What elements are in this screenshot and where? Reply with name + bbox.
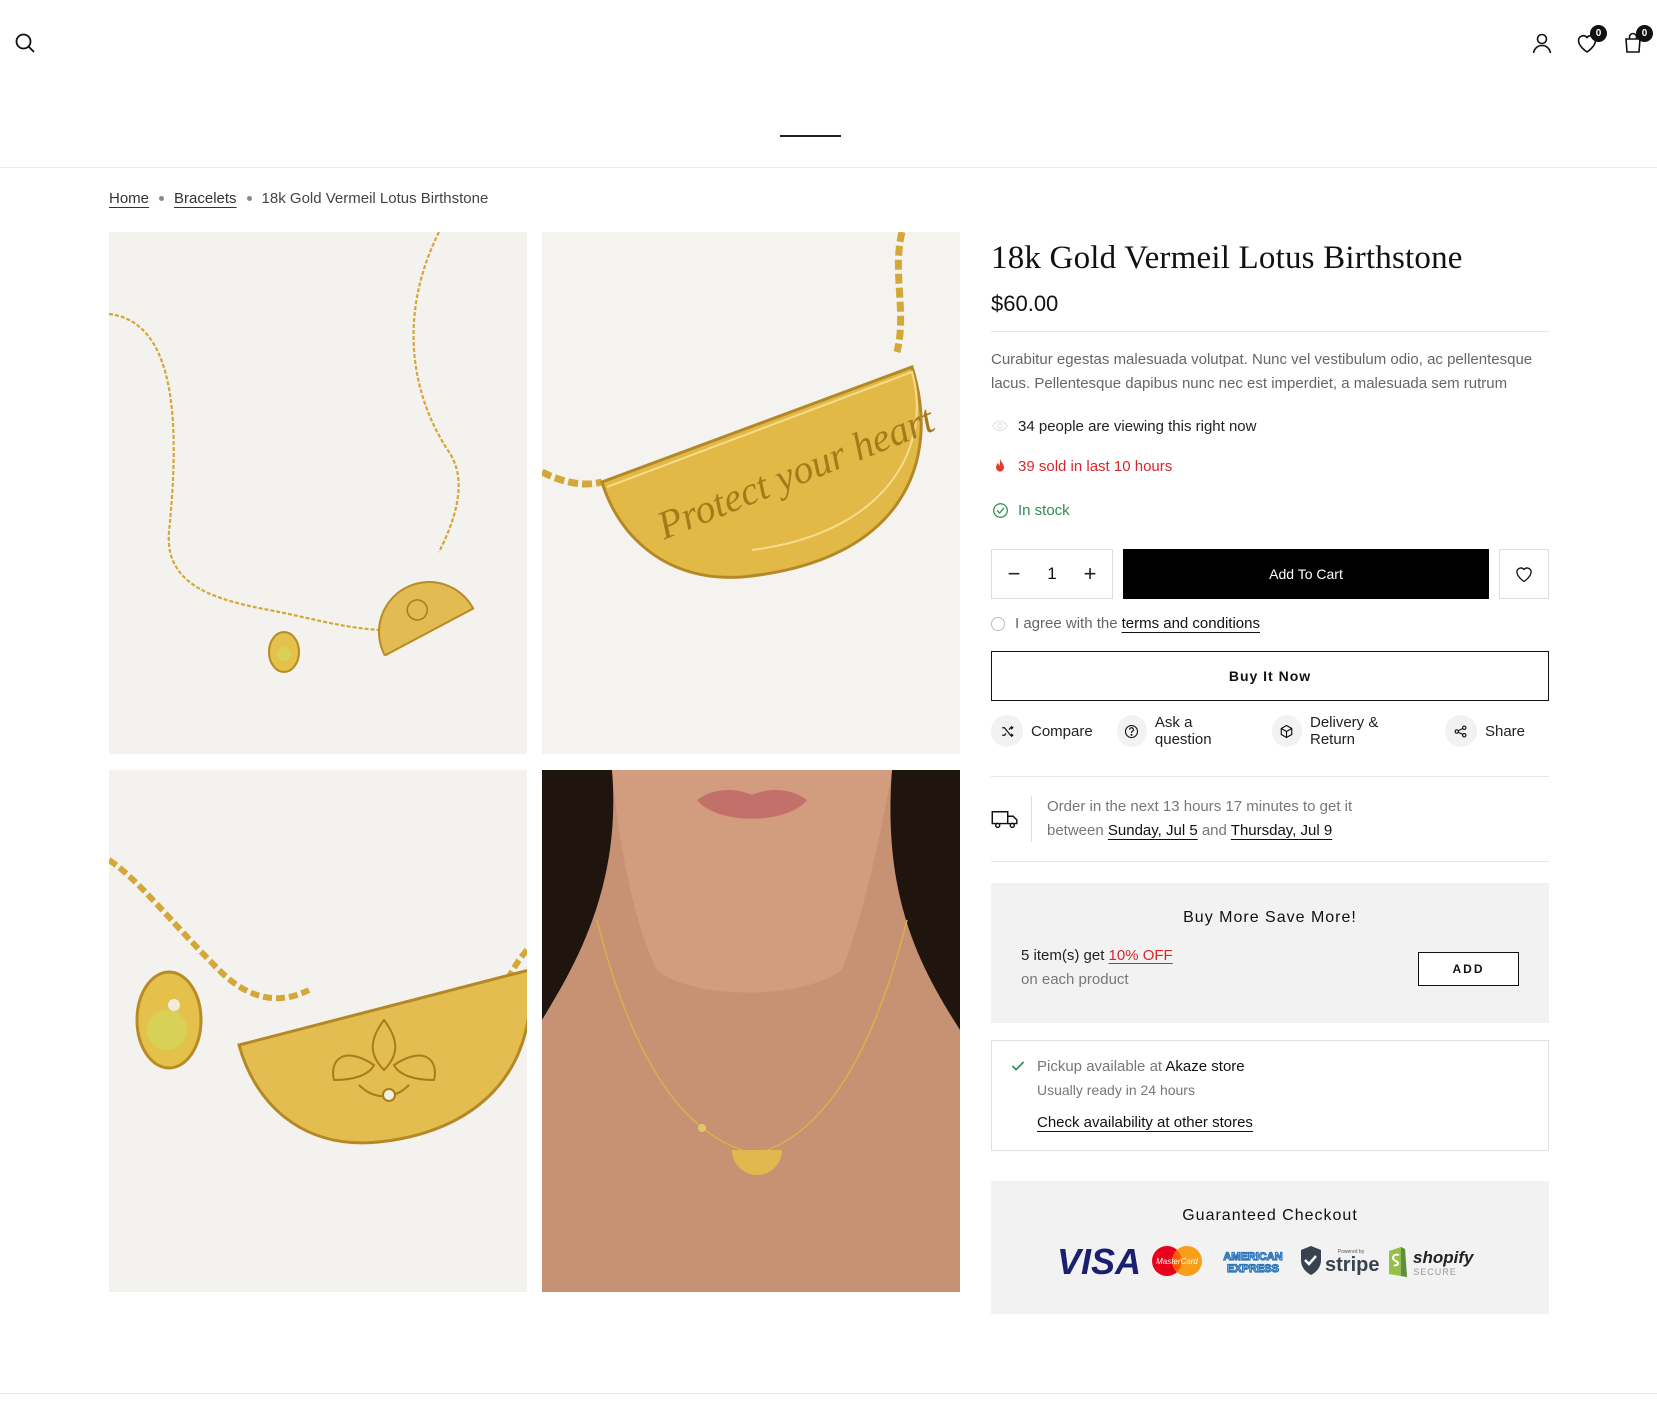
product-description: Curabitur egestas malesuada volutpat. Nu… [991, 351, 1533, 392]
delivery-date-start[interactable]: Sunday, Jul 5 [1108, 822, 1198, 839]
heart-icon [1516, 567, 1532, 583]
visa-logo: VISA [1057, 1241, 1141, 1281]
cart-icon[interactable]: 0 [1619, 25, 1653, 57]
checkmark-icon [1010, 1058, 1026, 1079]
stock-text: In stock [1018, 501, 1070, 519]
guaranteed-checkout: Guaranteed Checkout VISA MasterCard AMER… [991, 1181, 1549, 1314]
delivery-line-1: Order in the next 13 hours 17 minutes to… [1047, 798, 1353, 815]
truck-icon [991, 809, 1031, 829]
pickup-line: Pickup available at Akaze store [1037, 1058, 1245, 1075]
product-image-2[interactable]: Protect your heart [542, 232, 960, 754]
pickup-ready-time: Usually ready in 24 hours [1037, 1082, 1195, 1098]
product-image-1[interactable] [109, 232, 527, 754]
check-other-stores-link[interactable]: Check availability at other stores [1037, 1114, 1253, 1131]
quantity-value[interactable]: 1 [1047, 564, 1056, 584]
check-circle-icon [991, 501, 1009, 519]
increase-quantity-button[interactable]: + [1078, 561, 1102, 586]
decrease-quantity-button[interactable]: − [1002, 561, 1026, 586]
stripe-text: stripe [1325, 1254, 1379, 1276]
breadcrumb: Home Bracelets 18k Gold Vermeil Lotus Bi… [109, 190, 488, 207]
share-button[interactable]: Share [1444, 715, 1525, 747]
delivery-date-end[interactable]: Thursday, Jul 9 [1231, 822, 1332, 839]
stripe-logo: Powered by stripe [1301, 1246, 1379, 1276]
share-label: Share [1484, 722, 1525, 740]
buy-more-save-more: Buy More Save More! 5 item(s) get 10% OF… [991, 883, 1549, 1023]
product-price: $60.00 [991, 291, 1059, 316]
quantity-stepper: − 1 + [991, 549, 1113, 599]
amex-text-2: EXPRESS [1227, 1263, 1279, 1275]
bundle-title: Buy More Save More! [1183, 909, 1357, 926]
checkout-title: Guaranteed Checkout [1182, 1207, 1358, 1224]
ask-question-button[interactable]: Ask a question [1116, 714, 1248, 748]
mastercard-logo: MasterCard [1152, 1246, 1202, 1276]
delivery-text: Order in the next 13 hours 17 minutes to… [1047, 795, 1352, 843]
bundle-offer: 5 item(s) get 10% OFF [1021, 947, 1173, 964]
mastercard-text: MasterCard [1156, 1257, 1198, 1266]
amex-logo: AMERICAN EXPRESS [1223, 1250, 1284, 1275]
wishlist-count-badge: 0 [1590, 25, 1607, 42]
shopify-text: shopify [1413, 1248, 1475, 1267]
breadcrumb-current: 18k Gold Vermeil Lotus Birthstone [261, 190, 489, 207]
breadcrumb-home-link[interactable]: Home [109, 190, 149, 207]
pickup-store: Akaze store [1165, 1058, 1245, 1075]
pickup-availability: Pickup available at Akaze store Usually … [991, 1040, 1549, 1151]
pickup-prefix: Pickup available at [1037, 1058, 1163, 1075]
product-actions: Compare Ask a question Delivery & Return… [991, 713, 1549, 749]
viewing-text: 34 people are viewing this right now [1018, 417, 1257, 435]
terms-checkbox[interactable] [991, 616, 1005, 631]
shuffle-icon [991, 715, 1023, 747]
shopify-secure-text: SECURE [1413, 1267, 1457, 1277]
product-image-4[interactable] [542, 770, 960, 1292]
fire-icon [991, 457, 1009, 475]
box-icon [1271, 715, 1302, 747]
terms-agreement: I agree with the terms and conditions [991, 615, 1260, 632]
payment-logos: VISA MasterCard AMERICAN EXPRESS Powered… [1053, 1241, 1478, 1281]
visa-text: VISA [1057, 1241, 1141, 1281]
viewing-now: 34 people are viewing this right now [991, 417, 1549, 435]
sold-recently: 39 sold in last 10 hours [991, 457, 1549, 475]
stock-status: In stock [991, 501, 1549, 519]
ask-question-label: Ask a question [1154, 714, 1212, 748]
delivery-estimate: Order in the next 13 hours 17 minutes to… [991, 776, 1549, 862]
terms-link[interactable]: terms and conditions [1122, 615, 1260, 632]
breadcrumb-separator [159, 196, 165, 201]
product-image-3[interactable] [109, 770, 527, 1292]
bundle-prefix: 5 item(s) get [1021, 947, 1105, 964]
share-icon [1444, 715, 1477, 747]
eye-icon [991, 417, 1009, 435]
buy-now-button[interactable]: Buy It Now [991, 651, 1549, 701]
account-icon[interactable] [1528, 29, 1556, 57]
site-header: 0 0 [0, 0, 1657, 168]
question-icon [1116, 715, 1147, 747]
shopify-logo: shopify SECURE [1389, 1247, 1475, 1277]
footer-divider [0, 1393, 1657, 1394]
terms-prefix: I agree with the [1015, 615, 1118, 632]
delivery-and: and [1201, 822, 1227, 839]
add-to-wishlist-button[interactable] [1499, 549, 1549, 599]
product-title: 18k Gold Vermeil Lotus Birthstone [991, 240, 1463, 276]
bundle-add-button[interactable]: ADD [1418, 952, 1519, 986]
cart-count-badge: 0 [1636, 25, 1653, 42]
nav-active-indicator [780, 135, 841, 137]
search-icon[interactable] [11, 29, 39, 57]
bundle-subtext: on each product [1021, 971, 1129, 988]
bundle-discount-link[interactable]: 10% OFF [1109, 947, 1173, 964]
wishlist-icon[interactable]: 0 [1573, 25, 1607, 57]
sold-text: 39 sold in last 10 hours [1018, 457, 1173, 475]
delivery-separator [1031, 796, 1032, 842]
delivery-between: between [1047, 822, 1104, 839]
amex-text-1: AMERICAN [1223, 1251, 1282, 1263]
compare-button[interactable]: Compare [991, 715, 1093, 747]
add-to-cart-button[interactable]: Add To Cart [1123, 549, 1489, 599]
delivery-return-label: Delivery & Return [1309, 714, 1379, 748]
compare-label: Compare [1031, 722, 1093, 740]
breadcrumb-category-link[interactable]: Bracelets [174, 190, 237, 207]
delivery-return-button[interactable]: Delivery & Return [1271, 714, 1421, 748]
divider [991, 331, 1549, 332]
breadcrumb-separator [246, 196, 252, 201]
